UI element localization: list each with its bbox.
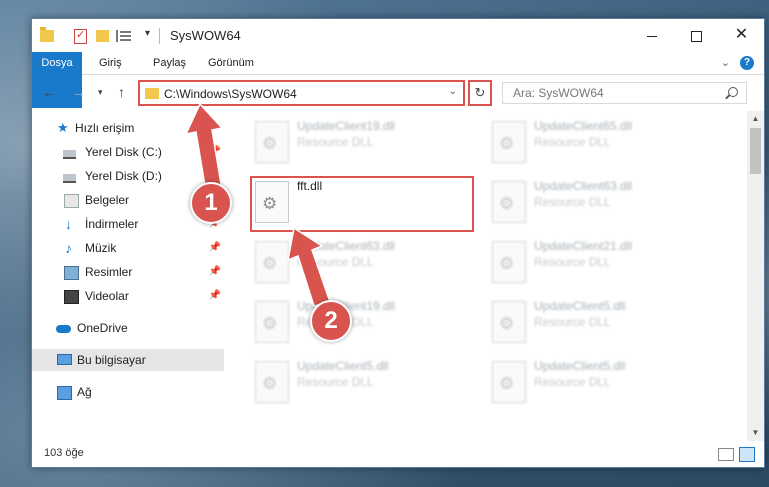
arrow-1-icon [184,102,224,193]
annotation-arrows [184,102,331,307]
step-badge-2: 2 [310,300,352,342]
arrow-2-icon [287,226,331,307]
step-badge-1: 1 [190,182,232,224]
